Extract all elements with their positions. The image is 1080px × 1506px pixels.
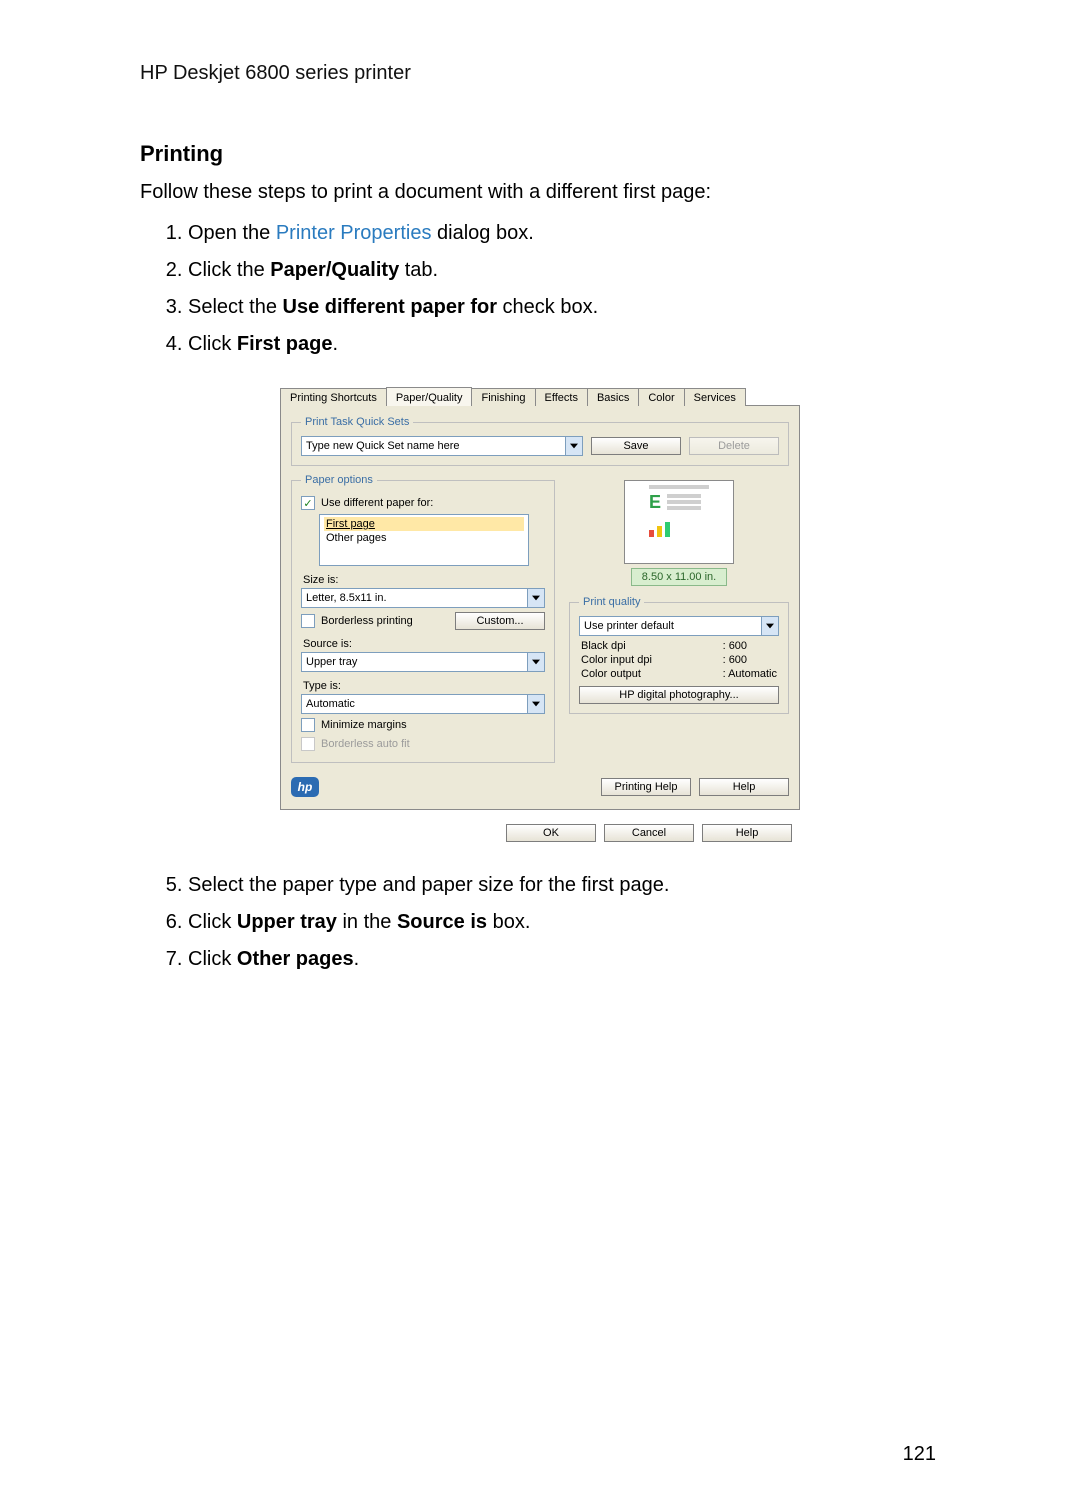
borderless-autofit-checkbox: Borderless auto fit <box>301 737 410 751</box>
tab-bar: Printing Shortcuts Paper/Quality Finishi… <box>280 384 800 406</box>
steps-list-bottom: Select the paper type and paper size for… <box>140 872 940 973</box>
quickset-value: Type new Quick Set name here <box>306 440 565 452</box>
type-combo[interactable]: Automatic <box>301 694 545 714</box>
step2-prefix: Click the <box>188 259 270 281</box>
use-different-paper-checkbox[interactable]: ✓ Use different paper for: <box>301 496 433 510</box>
print-quality-group: Print quality Use printer default Black … <box>569 596 789 714</box>
size-label: Size is: <box>303 574 545 586</box>
borderless-autofit-label: Borderless auto fit <box>321 738 410 750</box>
step-7: Click Other pages. <box>188 946 940 973</box>
chevron-down-icon <box>527 589 544 607</box>
print-quality-legend: Print quality <box>579 596 644 608</box>
delete-button: Delete <box>689 437 779 455</box>
tab-paper-quality[interactable]: Paper/Quality <box>386 387 473 406</box>
paper-options-legend: Paper options <box>301 474 377 486</box>
color-input-dpi-label: Color input dpi <box>581 654 723 666</box>
step-6: Click Upper tray in the Source is box. <box>188 909 940 936</box>
help-button[interactable]: Help <box>702 824 792 842</box>
minimize-margins-checkbox[interactable]: Minimize margins <box>301 718 407 732</box>
step-2: Click the Paper/Quality tab. <box>188 257 940 284</box>
print-quality-value: Use printer default <box>584 620 761 632</box>
hp-digital-photography-button[interactable]: HP digital photography... <box>579 686 779 704</box>
borderless-printing-label: Borderless printing <box>321 615 413 627</box>
save-button[interactable]: Save <box>591 437 681 455</box>
quickset-legend: Print Task Quick Sets <box>301 416 413 428</box>
size-value: Letter, 8.5x11 in. <box>306 592 527 604</box>
step-5: Select the paper type and paper size for… <box>188 872 940 899</box>
type-value: Automatic <box>306 698 527 710</box>
minimize-margins-label: Minimize margins <box>321 719 407 731</box>
step3-suffix: check box. <box>497 296 598 318</box>
step7-suffix: . <box>354 948 360 970</box>
tab-basics[interactable]: Basics <box>587 388 639 406</box>
preview-dimensions: 8.50 x 11.00 in. <box>631 568 727 586</box>
preview-letter-icon: E <box>649 492 661 513</box>
ok-button[interactable]: OK <box>506 824 596 842</box>
custom-button[interactable]: Custom... <box>455 612 545 630</box>
tab-services[interactable]: Services <box>684 388 746 406</box>
section-title: Printing <box>140 141 940 167</box>
tab-printing-shortcuts[interactable]: Printing Shortcuts <box>280 388 387 406</box>
chevron-down-icon <box>761 617 778 635</box>
color-output-label: Color output <box>581 668 723 680</box>
step4-suffix: . <box>332 333 338 355</box>
chevron-down-icon <box>565 437 582 455</box>
source-value: Upper tray <box>306 656 527 668</box>
source-combo[interactable]: Upper tray <box>301 652 545 672</box>
chevron-down-icon <box>527 653 544 671</box>
quickset-group: Print Task Quick Sets Type new Quick Set… <box>291 416 789 466</box>
hp-logo-icon: hp <box>291 777 319 797</box>
help-button-inner[interactable]: Help <box>699 778 789 796</box>
quickset-combo[interactable]: Type new Quick Set name here <box>301 436 583 456</box>
paper-options-group: Paper options ✓ Use different paper for:… <box>291 474 555 763</box>
step-4: Click First page. <box>188 331 940 358</box>
intro-text: Follow these steps to print a document w… <box>140 181 940 204</box>
step6-b1: Upper tray <box>237 911 337 933</box>
step7-prefix: Click <box>188 948 237 970</box>
size-combo[interactable]: Letter, 8.5x11 in. <box>301 588 545 608</box>
page-preview: E <box>624 480 734 564</box>
type-label: Type is: <box>303 680 545 692</box>
page-kind-list[interactable]: First page Other pages <box>319 514 529 566</box>
print-quality-combo[interactable]: Use printer default <box>579 616 779 636</box>
step-1: Open the Printer Properties dialog box. <box>188 220 940 247</box>
tab-color[interactable]: Color <box>638 388 684 406</box>
step6-prefix: Click <box>188 911 237 933</box>
step-3: Select the Use different paper for check… <box>188 294 940 321</box>
step3-prefix: Select the <box>188 296 283 318</box>
step4-bold: First page <box>237 333 333 355</box>
step6-b2: Source is <box>397 911 487 933</box>
tab-effects[interactable]: Effects <box>535 388 588 406</box>
borderless-printing-checkbox[interactable]: Borderless printing <box>301 614 447 628</box>
step6-suffix: box. <box>487 911 530 933</box>
use-different-label: Use different paper for: <box>321 497 433 509</box>
step7-bold: Other pages <box>237 948 354 970</box>
cancel-button[interactable]: Cancel <box>604 824 694 842</box>
steps-list-top: Open the Printer Properties dialog box. … <box>140 220 940 358</box>
page-header: HP Deskjet 6800 series printer <box>140 62 940 85</box>
step2-suffix: tab. <box>399 259 438 281</box>
printer-properties-dialog: Printing Shortcuts Paper/Quality Finishi… <box>280 384 800 842</box>
step6-mid: in the <box>337 911 397 933</box>
black-dpi-value: : 600 <box>723 640 777 652</box>
color-output-value: : Automatic <box>723 668 777 680</box>
printing-help-button[interactable]: Printing Help <box>601 778 691 796</box>
tab-finishing[interactable]: Finishing <box>471 388 535 406</box>
step1-suffix: dialog box. <box>431 222 533 244</box>
page-number: 121 <box>140 1443 940 1466</box>
preview-bars-icon <box>649 521 709 537</box>
black-dpi-label: Black dpi <box>581 640 723 652</box>
list-item-other-pages[interactable]: Other pages <box>324 531 524 545</box>
printer-properties-link[interactable]: Printer Properties <box>276 222 432 244</box>
step2-bold: Paper/Quality <box>270 259 399 281</box>
color-input-dpi-value: : 600 <box>723 654 777 666</box>
step3-bold: Use different paper for <box>283 296 497 318</box>
source-label: Source is: <box>303 638 545 650</box>
list-item-first-page[interactable]: First page <box>324 517 524 531</box>
step1-prefix: Open the <box>188 222 276 244</box>
step4-prefix: Click <box>188 333 237 355</box>
chevron-down-icon <box>527 695 544 713</box>
